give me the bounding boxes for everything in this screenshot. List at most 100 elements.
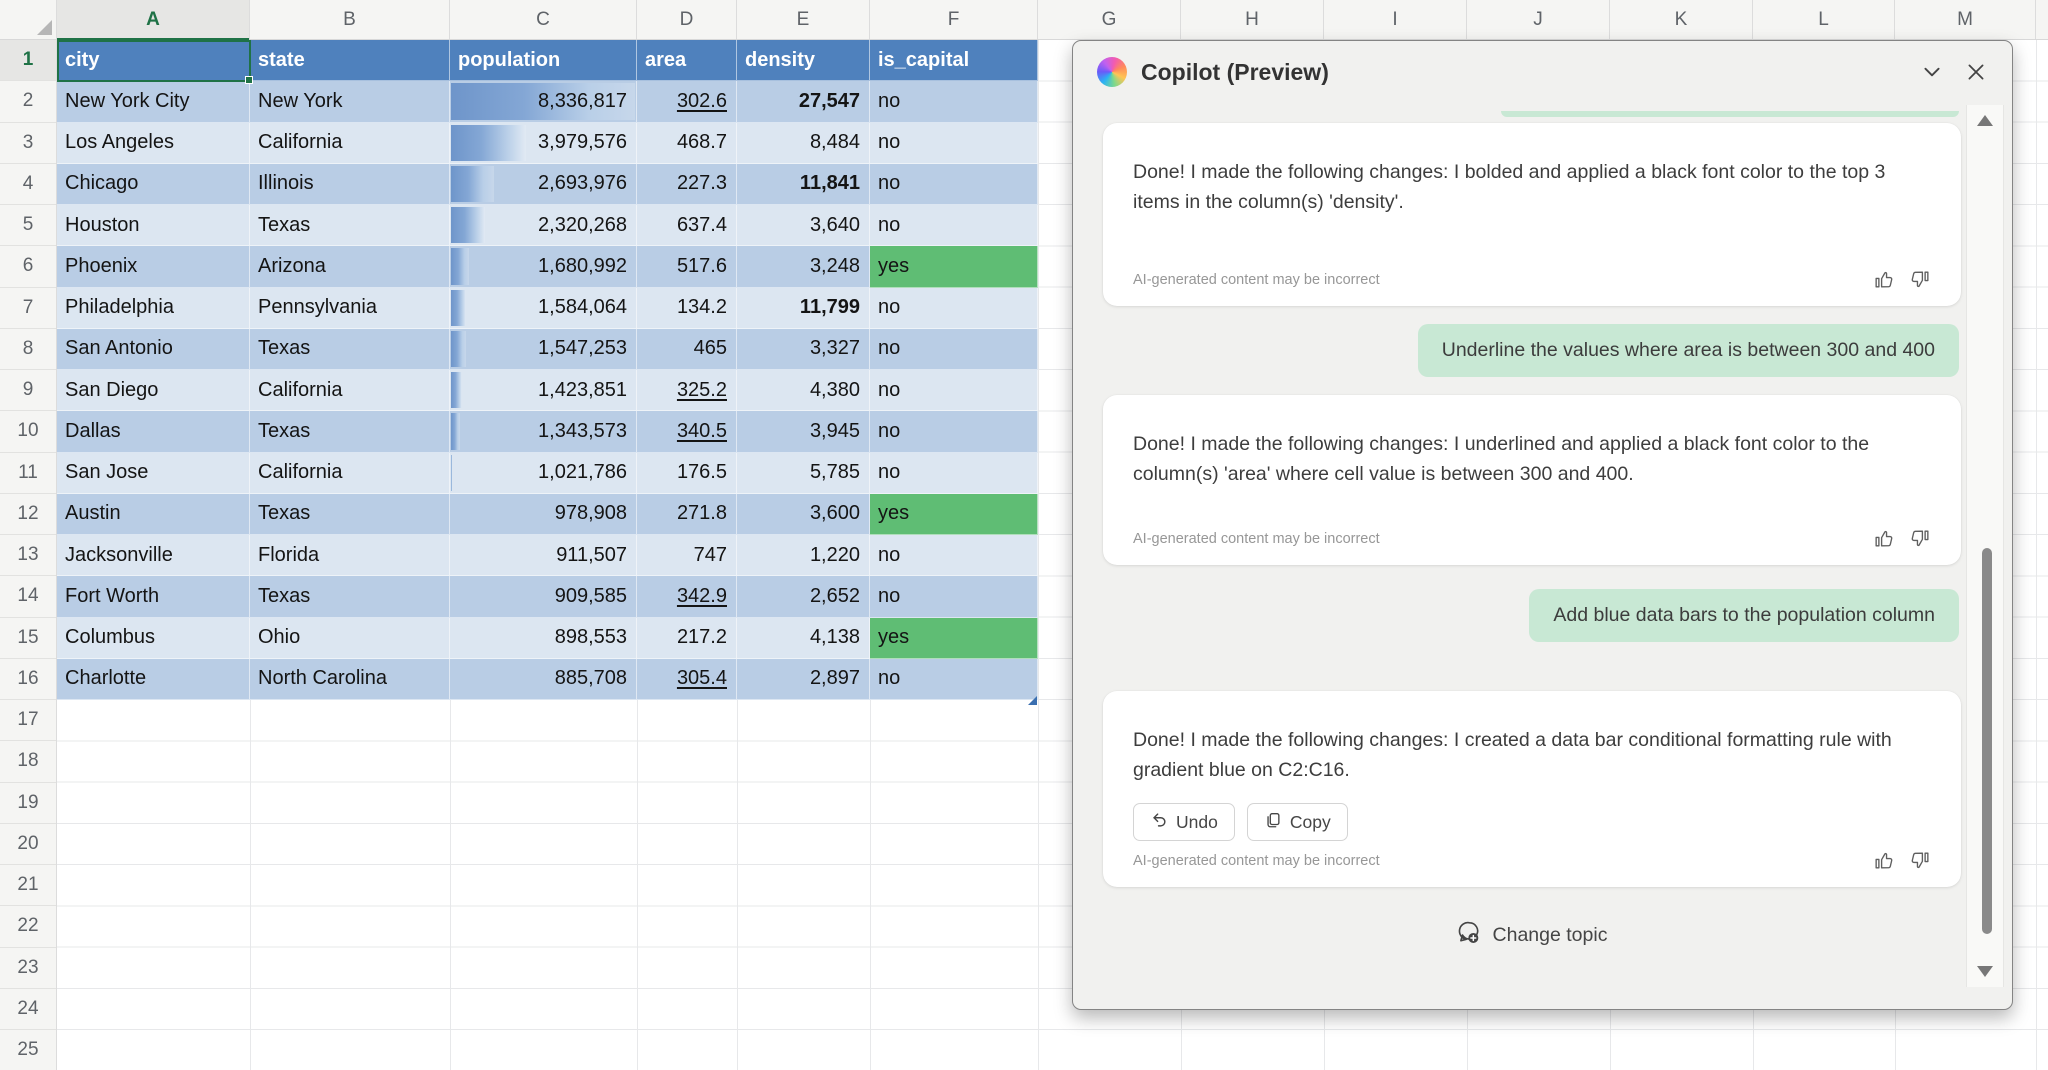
cell-population[interactable]: 1,584,064 (450, 288, 637, 329)
cell-area[interactable]: 217.2 (637, 618, 737, 659)
cell-state[interactable]: Illinois (250, 164, 450, 205)
row-header-1[interactable]: 1 (0, 40, 56, 81)
cell-density[interactable]: 2,897 (737, 659, 870, 700)
cell-is-capital[interactable]: no (870, 205, 1038, 246)
cell-population[interactable]: 885,708 (450, 659, 637, 700)
chat-scrollbar[interactable] (1966, 105, 2004, 987)
cell-state[interactable]: Pennsylvania (250, 288, 450, 329)
column-header-J[interactable]: J (1467, 0, 1610, 39)
cell-is-capital[interactable]: yes (870, 494, 1038, 535)
cell-density[interactable]: 27,547 (737, 81, 870, 122)
cell-area[interactable]: 227.3 (637, 164, 737, 205)
cell-is-capital[interactable]: no (870, 370, 1038, 411)
cell-city[interactable]: Charlotte (57, 659, 250, 700)
row-header-11[interactable]: 11 (0, 453, 56, 494)
column-header-I[interactable]: I (1324, 0, 1467, 39)
column-header-M[interactable]: M (1895, 0, 2036, 39)
copy-button[interactable]: Copy (1247, 803, 1348, 841)
column-header-K[interactable]: K (1610, 0, 1753, 39)
row-header-24[interactable]: 24 (0, 989, 56, 1030)
cell-state[interactable]: North Carolina (250, 659, 450, 700)
column-header-L[interactable]: L (1753, 0, 1895, 39)
table-header-state[interactable]: state (250, 40, 450, 81)
cell-density[interactable]: 1,220 (737, 535, 870, 576)
scrollbar-thumb[interactable] (1982, 548, 1992, 934)
cell-density[interactable]: 11,841 (737, 164, 870, 205)
cell-population[interactable]: 898,553 (450, 618, 637, 659)
column-header-F[interactable]: F (870, 0, 1038, 39)
row-header-2[interactable]: 2 (0, 81, 56, 122)
cell-city[interactable]: Jacksonville (57, 535, 250, 576)
cell-population[interactable]: 3,979,576 (450, 123, 637, 164)
cell-city[interactable]: Chicago (57, 164, 250, 205)
cell-density[interactable]: 11,799 (737, 288, 870, 329)
cell-state[interactable]: Arizona (250, 246, 450, 287)
cell-population[interactable]: 1,021,786 (450, 453, 637, 494)
collapse-button[interactable] (1914, 54, 1950, 90)
column-header-A[interactable]: A (57, 0, 250, 39)
cell-area[interactable]: 176.5 (637, 453, 737, 494)
row-header-8[interactable]: 8 (0, 329, 56, 370)
row-header-12[interactable]: 12 (0, 494, 56, 535)
cell-area[interactable]: 134.2 (637, 288, 737, 329)
row-header-5[interactable]: 5 (0, 205, 56, 246)
column-header-C[interactable]: C (450, 0, 637, 39)
cell-area[interactable]: 342.9 (637, 576, 737, 617)
cell-is-capital[interactable]: no (870, 329, 1038, 370)
cell-is-capital[interactable]: no (870, 81, 1038, 122)
cell-city[interactable]: Fort Worth (57, 576, 250, 617)
row-header-6[interactable]: 6 (0, 246, 56, 287)
row-header-23[interactable]: 23 (0, 948, 56, 989)
row-header-25[interactable]: 25 (0, 1030, 56, 1070)
cell-is-capital[interactable]: yes (870, 618, 1038, 659)
cell-city[interactable]: San Jose (57, 453, 250, 494)
close-button[interactable] (1958, 54, 1994, 90)
cell-density[interactable]: 3,600 (737, 494, 870, 535)
row-header-16[interactable]: 16 (0, 659, 56, 700)
cell-density[interactable]: 8,484 (737, 123, 870, 164)
cell-population[interactable]: 1,680,992 (450, 246, 637, 287)
cell-population[interactable]: 2,320,268 (450, 205, 637, 246)
cell-area[interactable]: 468.7 (637, 123, 737, 164)
cell-is-capital[interactable]: no (870, 535, 1038, 576)
row-header-7[interactable]: 7 (0, 288, 56, 329)
cell-city[interactable]: Houston (57, 205, 250, 246)
cell-is-capital[interactable]: no (870, 411, 1038, 452)
row-header-19[interactable]: 19 (0, 783, 56, 824)
cell-population[interactable]: 2,693,976 (450, 164, 637, 205)
change-topic-button[interactable]: Change topic (1457, 919, 1608, 951)
row-header-15[interactable]: 15 (0, 618, 56, 659)
column-header-B[interactable]: B (250, 0, 450, 39)
cell-state[interactable]: Texas (250, 411, 450, 452)
thumbs-up-button[interactable] (1873, 850, 1894, 871)
cell-density[interactable]: 3,327 (737, 329, 870, 370)
cell-city[interactable]: Columbus (57, 618, 250, 659)
cell-density[interactable]: 4,380 (737, 370, 870, 411)
cell-is-capital[interactable]: no (870, 659, 1038, 700)
cell-area[interactable]: 325.2 (637, 370, 737, 411)
cell-density[interactable]: 4,138 (737, 618, 870, 659)
cell-city[interactable]: Austin (57, 494, 250, 535)
column-header-G[interactable]: G (1038, 0, 1181, 39)
cell-state[interactable]: New York (250, 81, 450, 122)
cell-state[interactable]: Texas (250, 494, 450, 535)
table-range-corner[interactable] (1028, 696, 1037, 705)
row-header-17[interactable]: 17 (0, 700, 56, 741)
cell-population[interactable]: 1,343,573 (450, 411, 637, 452)
cell-population[interactable]: 909,585 (450, 576, 637, 617)
table-header-population[interactable]: population (450, 40, 637, 81)
thumbs-down-button[interactable] (1910, 269, 1931, 290)
cell-city[interactable]: New York City (57, 81, 250, 122)
column-header-H[interactable]: H (1181, 0, 1324, 39)
cell-area[interactable]: 637.4 (637, 205, 737, 246)
row-header-22[interactable]: 22 (0, 906, 56, 947)
row-header-13[interactable]: 13 (0, 535, 56, 576)
row-header-3[interactable]: 3 (0, 123, 56, 164)
cell-area[interactable]: 340.5 (637, 411, 737, 452)
table-header-city[interactable]: city (57, 40, 250, 81)
column-header-E[interactable]: E (737, 0, 870, 39)
row-header-9[interactable]: 9 (0, 370, 56, 411)
cell-area[interactable]: 302.6 (637, 81, 737, 122)
cell-state[interactable]: California (250, 453, 450, 494)
cell-area[interactable]: 305.4 (637, 659, 737, 700)
